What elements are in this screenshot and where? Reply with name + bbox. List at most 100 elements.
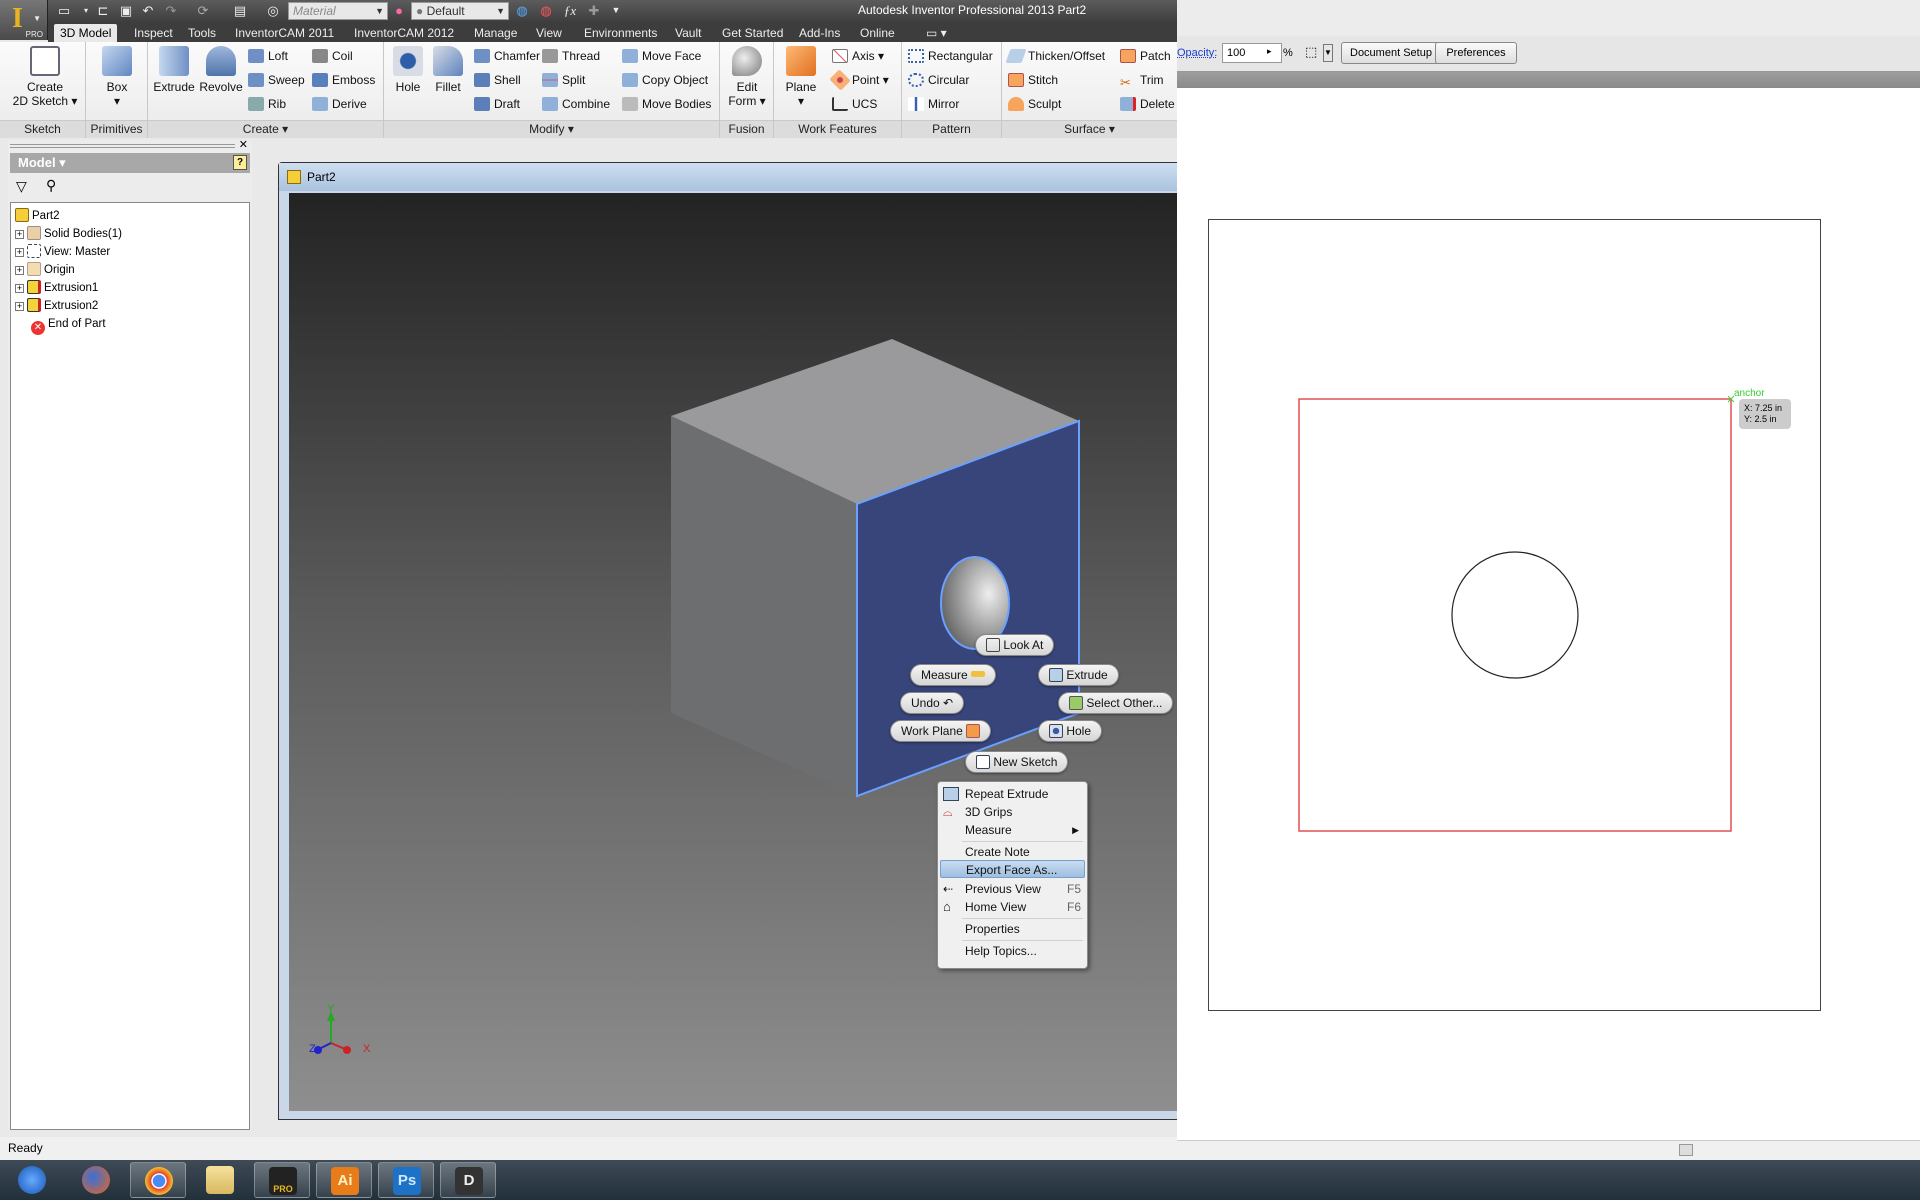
shell-button[interactable]: Shell [474,70,521,90]
browser-grip[interactable] [10,144,235,148]
opacity-stepper-icon[interactable]: ▸ [1267,46,1272,57]
tree-node-origin[interactable]: + Origin [15,261,75,279]
expand-icon[interactable]: + [15,284,24,293]
stitch-button[interactable]: Stitch [1008,70,1058,90]
mirror-button[interactable]: Mirror [908,94,959,114]
taskbar-firefox[interactable] [68,1162,124,1198]
patch-button[interactable]: Patch [1120,46,1171,66]
tree-node-end-of-part[interactable]: ✕ End of Part [31,315,106,335]
start-button[interactable] [8,1162,60,1198]
appearance-select[interactable]: ● Default ▼ [411,2,509,20]
menu-item-create-note[interactable]: Create Note [940,843,1085,861]
tab-vault[interactable]: Vault [669,24,707,42]
split-button[interactable]: Split [542,70,585,90]
tab-inspect[interactable]: Inspect [128,24,179,42]
open-icon[interactable]: ⊏ [95,3,111,18]
isolate-selection-icon[interactable]: ⬚ [1305,44,1317,60]
new-sketch-button[interactable]: New Sketch [965,751,1069,773]
create-group-label[interactable]: Create ▾ [148,120,383,138]
clear-override-icon[interactable]: ◍ [538,3,554,18]
horizontal-scrollbar[interactable] [1177,1140,1920,1160]
emboss-button[interactable]: Emboss [312,70,375,90]
sculpt-button[interactable]: Sculpt [1008,94,1061,114]
taskbar-explorer[interactable] [192,1162,248,1198]
appearance-icon[interactable]: ◎ [265,3,281,18]
new-icon[interactable]: ▭ [56,3,72,18]
combine-button[interactable]: Combine [542,94,610,114]
tab-3d-model[interactable]: 3D Model [54,24,118,42]
thicken-offset-button[interactable]: Thicken/Offset [1005,46,1105,66]
preferences-button[interactable]: Preferences [1435,42,1517,64]
application-menu-button[interactable]: I ▼ PRO [0,0,48,40]
fx-parameters-icon[interactable]: ƒx [562,3,578,18]
filter-icon[interactable]: ▽ [16,178,27,195]
material-select[interactable]: Material ▼ [288,2,388,20]
find-icon[interactable]: ⚲ [46,177,56,194]
chevron-down-icon[interactable]: ▼ [1323,44,1333,62]
taskbar-photoshop[interactable]: Ps [378,1162,434,1198]
document-title-bar[interactable]: Part2 [279,163,1177,191]
sweep-button[interactable]: Sweep [248,70,305,90]
look-at-button[interactable]: Look At [975,634,1055,656]
tab-manage[interactable]: Manage [468,24,523,42]
tab-add-ins[interactable]: Add-Ins [793,24,846,42]
circular-pattern-button[interactable]: Circular [908,70,969,90]
menu-item-help-topics[interactable]: Help Topics... [940,942,1085,960]
menu-item-measure[interactable]: Measure ▶ [940,821,1085,839]
menu-item-repeat-extrude[interactable]: Repeat Extrude [940,785,1085,803]
undo-marking-button[interactable]: Undo ↶ [900,692,965,714]
close-icon[interactable]: ✕ [239,138,248,151]
select-icon[interactable]: ▤ [232,3,248,18]
rib-button[interactable]: Rib [248,94,286,114]
surface-group-label[interactable]: Surface ▾ [1002,120,1177,138]
select-other-button[interactable]: Select Other... [1058,692,1174,714]
fillet-button[interactable]: Fillet [428,46,468,94]
expand-icon[interactable]: + [15,248,24,257]
browser-header[interactable]: Model ▾ ? [10,153,250,173]
opacity-input[interactable]: 100 [1222,43,1282,63]
taskbar-inventor[interactable]: PRO [254,1162,310,1198]
tab-get-started[interactable]: Get Started [716,24,789,42]
taskbar-dfx[interactable]: D [440,1162,496,1198]
revolve-button[interactable]: Revolve [198,46,244,94]
tab-inventorcam-2012[interactable]: InventorCAM 2012 [348,24,460,42]
update-icon[interactable]: ⟳ [195,3,211,18]
opacity-label[interactable]: Opacity: [1177,47,1217,59]
expand-icon[interactable]: + [15,302,24,311]
tab-tools[interactable]: Tools [182,24,222,42]
tree-node-extrusion2[interactable]: + Extrusion2 [15,297,98,315]
move-bodies-button[interactable]: Move Bodies [622,94,711,114]
taskbar-illustrator[interactable]: Ai [316,1162,372,1198]
hole-button[interactable]: Hole [388,46,428,94]
tree-node-part2[interactable]: Part2 [15,207,60,225]
menu-item-export-face-as[interactable]: Export Face As... [940,860,1085,878]
tab-inventorcam-2011[interactable]: InventorCAM 2011 [229,24,340,42]
menu-item-properties[interactable]: Properties [940,920,1085,938]
redo-icon[interactable]: ↷ [163,3,179,18]
tab-view[interactable]: View [530,24,568,42]
extrude-marking-button[interactable]: Extrude [1038,664,1119,686]
delete-face-button[interactable]: Delete [1120,94,1175,114]
save-icon[interactable]: ▣ [118,3,134,18]
menu-item-previous-view[interactable]: ⇠ Previous View F5 [940,880,1085,898]
derive-button[interactable]: Derive [312,94,367,114]
rectangular-pattern-button[interactable]: Rectangular [908,46,993,66]
axis-button[interactable]: Axis ▾ [832,46,884,66]
undo-icon[interactable]: ↶ [140,3,156,18]
menu-item-3d-grips[interactable]: ⌓ 3D Grips [940,803,1085,821]
work-plane-button[interactable]: Work Plane [890,720,992,742]
tree-node-extrusion1[interactable]: + Extrusion1 [15,279,98,297]
expand-icon[interactable]: + [15,266,24,275]
edit-form-button[interactable]: Edit Form ▾ [726,46,768,108]
tab-online[interactable]: Online [854,24,901,42]
cross-icon[interactable]: ✚ [586,3,602,18]
coil-button[interactable]: Coil [312,46,353,66]
hole-marking-button[interactable]: Hole [1038,720,1103,742]
tree-node-view-master[interactable]: + View: Master [15,243,110,261]
document-setup-button[interactable]: Document Setup [1341,42,1441,64]
copy-object-button[interactable]: Copy Object [622,70,708,90]
color-override-icon[interactable]: ◍ [514,3,530,18]
scroll-thumb[interactable] [1679,1144,1693,1156]
point-button[interactable]: Point ▾ [829,69,889,91]
trim-button[interactable]: ✂ Trim [1120,70,1164,90]
